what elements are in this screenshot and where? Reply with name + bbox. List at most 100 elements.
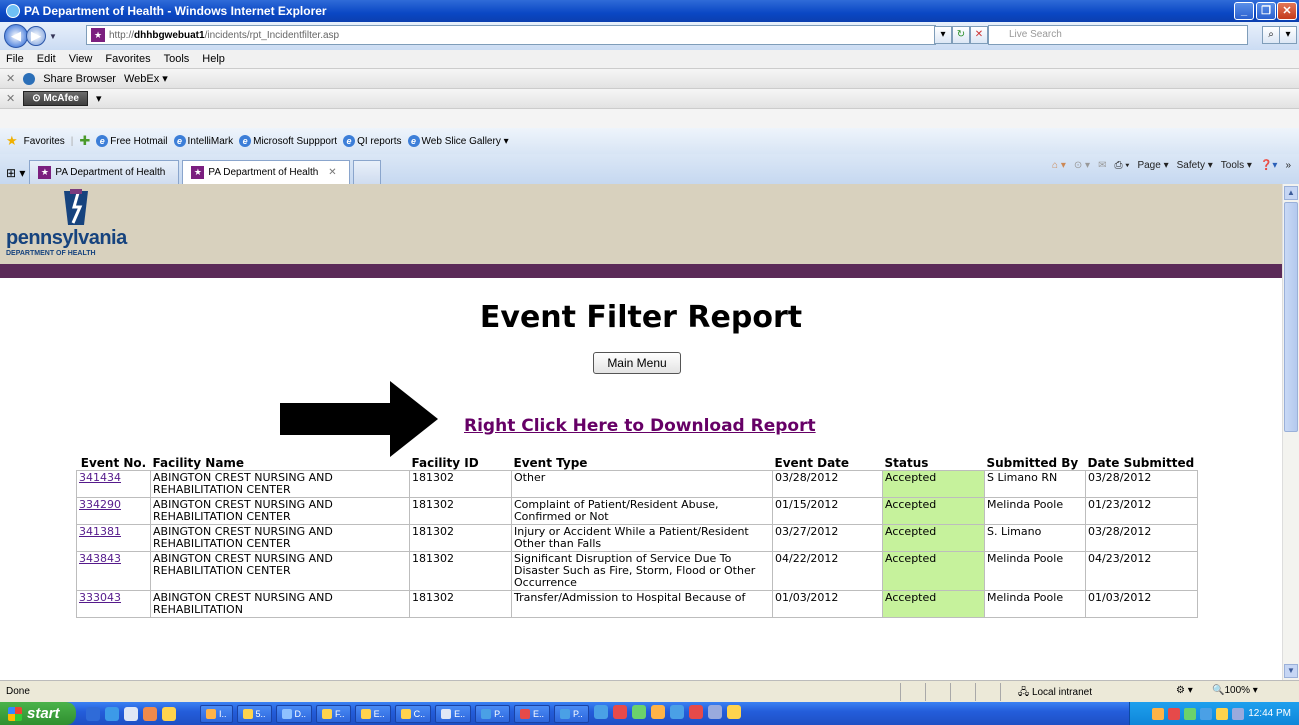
- vertical-scrollbar[interactable]: ▲ ▼: [1282, 184, 1299, 680]
- taskbar-task-button[interactable]: D..: [275, 704, 313, 723]
- event-number-link[interactable]: 341434: [79, 471, 121, 484]
- tray-icon[interactable]: [1232, 707, 1245, 720]
- page-title: Event Filter Report: [479, 300, 803, 335]
- menu-file[interactable]: File: [6, 53, 24, 65]
- taskbar-task-button[interactable]: E..: [435, 704, 472, 723]
- globe-icon: [23, 72, 36, 85]
- refresh-icon[interactable]: ↻: [952, 26, 970, 44]
- fav-link-intellimark[interactable]: e IntelliMark: [173, 135, 233, 147]
- url-input[interactable]: ★ http://dhhbgwebuat1/incidents/rpt_Inci…: [86, 25, 936, 45]
- taskbar-app-icon[interactable]: [612, 704, 627, 719]
- event-type-cell: Significant Disruption of Service Due To…: [511, 551, 773, 591]
- favorites-star-icon[interactable]: ★: [6, 133, 18, 149]
- quicklaunch-icon[interactable]: [143, 706, 157, 721]
- home-icon[interactable]: ⌂ ▾: [1052, 160, 1066, 171]
- fav-link-hotmail[interactable]: e Free Hotmail: [96, 135, 168, 147]
- taskbar-task-button[interactable]: F..: [316, 704, 351, 723]
- quicklaunch-icon[interactable]: [124, 706, 138, 721]
- quick-tabs-icon[interactable]: ⊞ ▾: [6, 166, 25, 180]
- taskbar-task-button[interactable]: C..: [394, 704, 432, 723]
- back-button[interactable]: ◀: [4, 24, 28, 48]
- zoom-control[interactable]: 🔍100% ▾: [1212, 685, 1258, 696]
- taskbar-task-button[interactable]: I..: [200, 704, 233, 723]
- taskbar-app-icon[interactable]: [688, 704, 703, 719]
- add-favorite-icon[interactable]: ✚: [79, 133, 90, 149]
- tray-icon[interactable]: [1200, 707, 1213, 720]
- taskbar-task-button[interactable]: P..: [475, 704, 510, 723]
- download-report-link[interactable]: Right Click Here to Download Report: [464, 416, 816, 436]
- search-options-button[interactable]: ▾: [1279, 26, 1297, 44]
- close-tab-icon[interactable]: ✕: [328, 167, 336, 178]
- tray-icon[interactable]: [1184, 707, 1197, 720]
- scroll-up-icon[interactable]: ▲: [1284, 186, 1298, 200]
- quicklaunch-icon[interactable]: [105, 706, 119, 721]
- main-menu-button[interactable]: Main Menu: [593, 352, 681, 374]
- tray-icon[interactable]: [1216, 707, 1229, 720]
- menu-favorites[interactable]: Favorites: [105, 53, 150, 65]
- mail-icon[interactable]: ✉: [1098, 160, 1106, 171]
- tab-pa-health-1[interactable]: ★ PA Department of Health: [29, 160, 180, 184]
- chevron-more-icon[interactable]: »: [1285, 160, 1291, 171]
- menu-help[interactable]: Help: [202, 53, 225, 65]
- zone-indicator[interactable]: 🖧 Local intranet: [1018, 685, 1092, 702]
- tools-menu[interactable]: Tools ▾: [1221, 160, 1252, 171]
- history-dropdown[interactable]: ▼: [49, 32, 57, 41]
- fav-link-web-slice[interactable]: e Web Slice Gallery ▾: [407, 135, 509, 147]
- taskbar-task-button[interactable]: P..: [553, 704, 589, 723]
- task-app-icon: [322, 708, 333, 719]
- safety-menu[interactable]: Safety ▾: [1177, 160, 1213, 171]
- taskbar-app-icon[interactable]: [726, 704, 741, 719]
- close-toolbar-icon[interactable]: ✕: [6, 92, 15, 105]
- menu-tools[interactable]: Tools: [164, 53, 190, 65]
- event-number-link[interactable]: 333043: [79, 591, 121, 604]
- maximize-button[interactable]: ❐: [1256, 2, 1276, 20]
- protected-mode-icon[interactable]: ⚙ ▾: [1176, 685, 1193, 696]
- url-dropdown-button[interactable]: ▾: [934, 26, 952, 44]
- taskbar-task-button[interactable]: 5..: [236, 704, 272, 723]
- forward-button[interactable]: ▶: [26, 26, 46, 46]
- stop-icon[interactable]: ✕: [970, 26, 988, 44]
- fav-link-qi-reports[interactable]: e QI reports: [343, 135, 402, 147]
- menu-view[interactable]: View: [69, 53, 93, 65]
- event-number-link[interactable]: 343843: [79, 552, 121, 565]
- tab-pa-health-2[interactable]: ★ PA Department of Health ✕: [182, 160, 351, 184]
- event-number-link[interactable]: 334290: [79, 498, 121, 511]
- feeds-icon[interactable]: ⊙ ▾: [1074, 160, 1090, 171]
- quicklaunch-icon[interactable]: [162, 706, 176, 721]
- facility-id-cell: 181302: [409, 524, 512, 552]
- quicklaunch-icon[interactable]: [86, 706, 100, 721]
- help-icon[interactable]: ❓▾: [1260, 160, 1277, 171]
- taskbar-app-icon[interactable]: [631, 704, 646, 719]
- start-button[interactable]: start: [0, 702, 76, 725]
- tray-icon[interactable]: [1168, 707, 1181, 720]
- submitted-by-cell: Melinda Poole: [984, 590, 1086, 618]
- minimize-button[interactable]: _: [1234, 2, 1254, 20]
- print-icon[interactable]: ⎙ ▾: [1114, 160, 1129, 171]
- close-button[interactable]: ✕: [1277, 2, 1297, 20]
- scroll-down-icon[interactable]: ▼: [1284, 664, 1298, 678]
- search-icon[interactable]: ⌕: [1262, 26, 1280, 44]
- favorites-button[interactable]: Favorites: [24, 136, 65, 147]
- clock[interactable]: 12:44 PM: [1248, 708, 1291, 719]
- close-toolbar-icon[interactable]: ✕: [6, 72, 15, 85]
- taskbar-app-icon[interactable]: [669, 704, 684, 719]
- taskbar-task-button[interactable]: E..: [354, 704, 391, 723]
- browser-window: PA Department of Health - Windows Intern…: [0, 0, 1299, 725]
- menu-edit[interactable]: Edit: [37, 53, 56, 65]
- share-browser-button[interactable]: Share Browser: [43, 73, 116, 85]
- mcafee-button[interactable]: ⊙ McAfee: [23, 91, 88, 106]
- taskbar-app-icon[interactable]: [650, 704, 665, 719]
- page-menu[interactable]: Page ▾: [1137, 160, 1168, 171]
- scrollbar-thumb[interactable]: [1284, 202, 1298, 432]
- new-tab-button[interactable]: [353, 160, 382, 184]
- search-input[interactable]: Live Search: [988, 25, 1248, 45]
- date-submitted-cell: 03/28/2012: [1085, 524, 1198, 552]
- tray-icon[interactable]: [1152, 707, 1165, 720]
- event-number-link[interactable]: 341381: [79, 525, 121, 538]
- taskbar-app-icon[interactable]: [707, 704, 722, 719]
- fav-link-microsoft[interactable]: e Microsoft Suppport: [239, 135, 337, 147]
- mcafee-dropdown[interactable]: ▾: [96, 92, 102, 105]
- taskbar-app-icon[interactable]: [593, 704, 608, 719]
- webex-menu[interactable]: WebEx ▾: [124, 72, 168, 85]
- taskbar-task-button[interactable]: E..: [513, 704, 550, 723]
